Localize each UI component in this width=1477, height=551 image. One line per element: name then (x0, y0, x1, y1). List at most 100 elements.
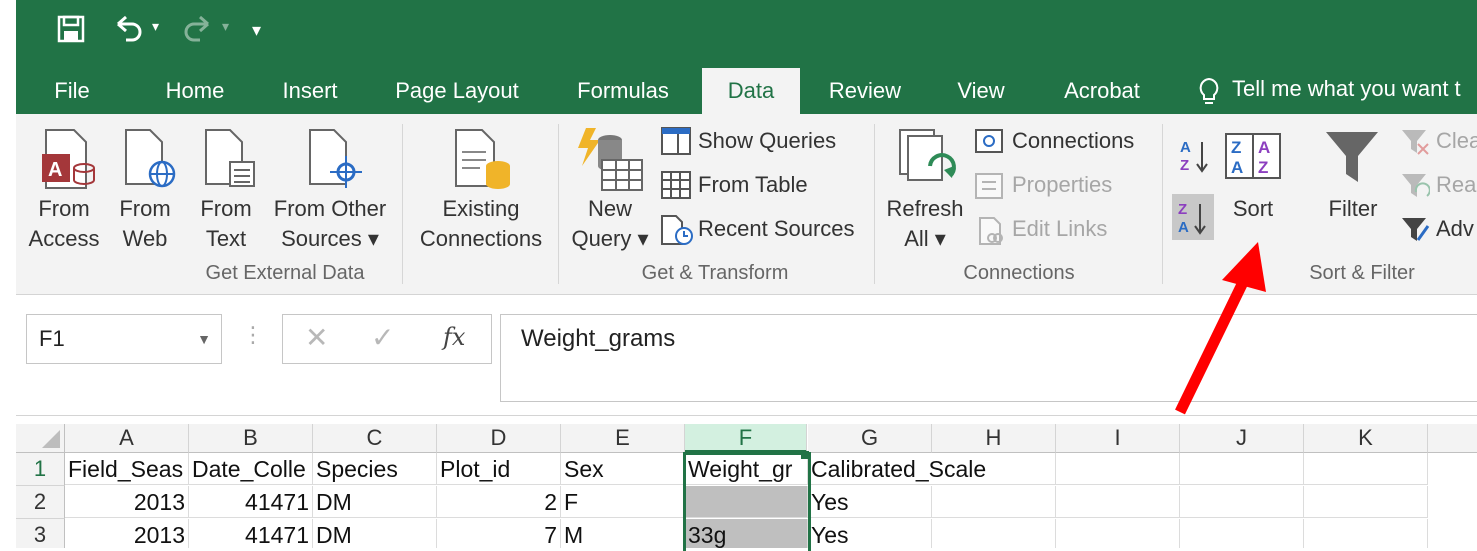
sort-button[interactable]: Sort (1222, 194, 1284, 224)
formula-bar-grip-icon[interactable]: ⋮ (242, 322, 264, 348)
properties-button[interactable]: Properties (1012, 172, 1112, 198)
cell-i3[interactable] (1056, 519, 1180, 548)
tab-insert[interactable]: Insert (276, 76, 344, 114)
edit-links-button[interactable]: Edit Links (1012, 216, 1107, 242)
tab-data[interactable]: Data (702, 68, 800, 114)
from-other-label-1: From Other (273, 196, 387, 221)
fill-handle[interactable] (801, 451, 809, 459)
name-box-dropdown-icon[interactable]: ▼ (197, 315, 211, 363)
cell-k2[interactable] (1304, 486, 1428, 518)
tab-acrobat[interactable]: Acrobat (1056, 76, 1148, 114)
cell-k1[interactable] (1304, 453, 1428, 485)
column-header-b[interactable]: B (189, 424, 313, 453)
redo-dropdown-icon[interactable]: ▾ (222, 18, 229, 35)
cell-h1[interactable] (932, 453, 1056, 485)
cell-b3[interactable]: 41471 (189, 519, 313, 548)
connections-button[interactable]: Connections (1012, 128, 1134, 154)
show-queries-button[interactable]: Show Queries (698, 128, 836, 154)
tab-view[interactable]: View (952, 76, 1010, 114)
filter-button[interactable]: Filter (1320, 194, 1386, 224)
cell-c3[interactable]: DM (313, 519, 437, 548)
column-header-i[interactable]: I (1056, 424, 1180, 453)
column-header-k[interactable]: K (1304, 424, 1428, 453)
cell-j2[interactable] (1180, 486, 1304, 518)
from-web-button[interactable]: From Web (110, 194, 180, 254)
tell-me-search[interactable]: Tell me what you want t (1232, 76, 1461, 102)
cell-b2[interactable]: 41471 (189, 486, 313, 518)
column-header-e[interactable]: E (561, 424, 685, 453)
cell-f2[interactable] (685, 486, 808, 518)
refresh-all-button[interactable]: Refresh All ▾ (880, 194, 970, 254)
tab-home[interactable]: Home (158, 76, 232, 114)
column-header-h[interactable]: H (932, 424, 1056, 453)
cancel-icon[interactable]: ✕ (305, 321, 328, 354)
new-query-label-2: Query ▾ (571, 226, 649, 251)
cell-k3[interactable] (1304, 519, 1428, 548)
new-query-button[interactable]: New Query ▾ (566, 194, 654, 254)
cell-d3[interactable]: 7 (437, 519, 561, 548)
from-table-icon (660, 170, 692, 205)
column-header-a[interactable]: A (65, 424, 189, 453)
cell-d1[interactable]: Plot_id (437, 453, 561, 485)
column-header-j[interactable]: J (1180, 424, 1304, 453)
from-other-sources-button[interactable]: From Other Sources ▾ (268, 194, 392, 254)
cell-h2[interactable] (932, 486, 1056, 518)
column-header-f[interactable]: F (685, 424, 807, 453)
column-header-next[interactable] (1428, 424, 1477, 453)
tab-formulas[interactable]: Formulas (570, 76, 676, 114)
from-table-button[interactable]: From Table (698, 172, 808, 198)
clear-filter-icon (1400, 126, 1430, 161)
tab-review[interactable]: Review (824, 76, 906, 114)
cell-a3[interactable]: 2013 (65, 519, 189, 548)
enter-icon[interactable]: ✓ (371, 321, 394, 354)
formula-input[interactable]: Weight_grams (500, 314, 1477, 402)
refresh-label-2: All ▾ (904, 226, 946, 251)
row-header-2[interactable]: 2 (16, 486, 65, 519)
existing-connections-button[interactable]: Existing Connections (410, 194, 552, 254)
from-access-button[interactable]: From Access (26, 194, 102, 254)
cell-f3[interactable]: 33g (685, 519, 808, 548)
insert-function-icon[interactable]: fx (443, 323, 465, 351)
sort-z-to-a-icon[interactable]: ZA (1172, 194, 1214, 240)
row-header-1[interactable]: 1 (16, 453, 65, 486)
cell-i2[interactable] (1056, 486, 1180, 518)
undo-dropdown-icon[interactable]: ▾ (152, 18, 159, 35)
existing-label-1: Existing (442, 196, 520, 221)
tab-page-layout[interactable]: Page Layout (390, 76, 524, 114)
column-header-g[interactable]: G (808, 424, 932, 453)
customize-toolbar-icon[interactable]: ▾ (252, 20, 261, 41)
cell-e3[interactable]: M (561, 519, 685, 548)
cell-j1[interactable] (1180, 453, 1304, 485)
cell-a1[interactable]: Field_Seas (65, 453, 189, 485)
cell-j3[interactable] (1180, 519, 1304, 548)
cell-f1[interactable]: Weight_gr (685, 453, 808, 485)
cell-d2[interactable]: 2 (437, 486, 561, 518)
row-header-3[interactable]: 3 (16, 519, 65, 548)
advanced-button[interactable]: Adv (1436, 216, 1474, 242)
name-box[interactable]: F1 ▼ (26, 314, 222, 364)
save-icon[interactable] (56, 14, 86, 49)
undo-icon[interactable] (112, 14, 146, 49)
from-text-button[interactable]: From Text (192, 194, 260, 254)
cell-c2[interactable]: DM (313, 486, 437, 518)
cell-c1[interactable]: Species (313, 453, 437, 485)
refresh-label-1: Refresh (886, 196, 964, 221)
cell-a2[interactable]: 2013 (65, 486, 189, 518)
reapply-button[interactable]: Reap (1436, 172, 1477, 198)
cell-g3[interactable]: Yes (808, 519, 932, 548)
recent-sources-button[interactable]: Recent Sources (698, 216, 855, 242)
column-header-c[interactable]: C (313, 424, 437, 453)
cell-g2[interactable]: Yes (808, 486, 932, 518)
cell-e1[interactable]: Sex (561, 453, 685, 485)
select-all-corner[interactable] (16, 424, 65, 453)
sort-a-to-z-icon[interactable]: AZ (1178, 136, 1212, 181)
redo-icon[interactable] (182, 14, 216, 49)
cell-i1[interactable] (1056, 453, 1180, 485)
cell-h3[interactable] (932, 519, 1056, 548)
column-header-d[interactable]: D (437, 424, 561, 453)
web-globe-icon (122, 128, 182, 195)
tab-file[interactable]: File (48, 76, 96, 114)
cell-e2[interactable]: F (561, 486, 685, 518)
cell-b1[interactable]: Date_Colle (189, 453, 313, 485)
clear-button[interactable]: Clea (1436, 128, 1477, 154)
